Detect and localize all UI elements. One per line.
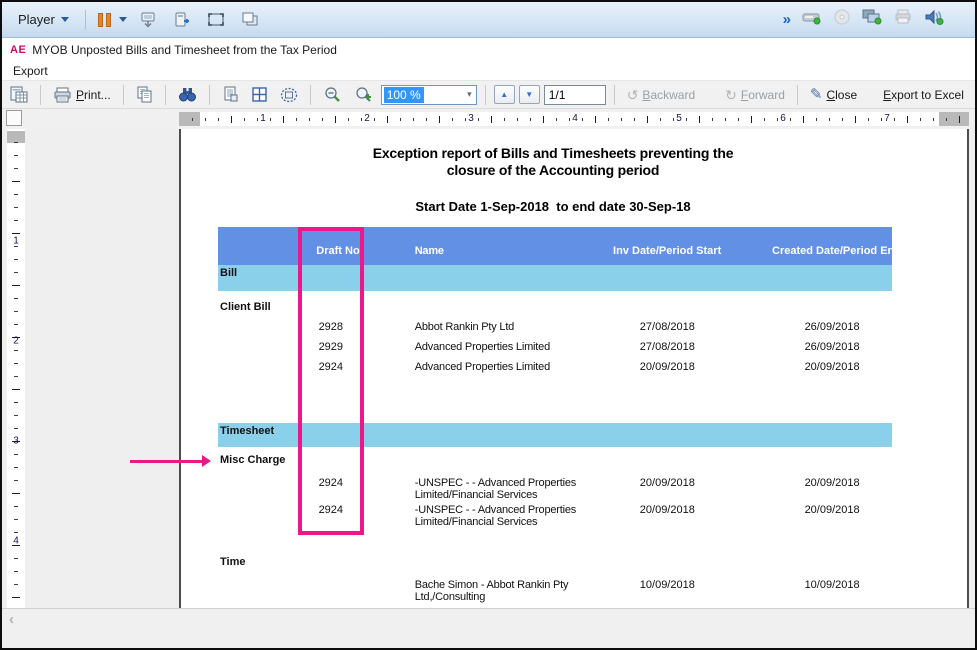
export-to-excel-button[interactable]: Export to Excel bbox=[879, 85, 968, 105]
ruler-number: 7 bbox=[884, 112, 890, 126]
group-row-time: Time bbox=[218, 554, 892, 572]
copy-icon[interactable] bbox=[132, 83, 157, 106]
forward-label: Forward bbox=[741, 88, 785, 102]
horizontal-ruler-row: 1 2 3 4 5 6 7 bbox=[2, 109, 975, 129]
bottom-bar: ‹ bbox=[2, 608, 975, 648]
column-header-name: Name bbox=[415, 243, 590, 265]
pause-options-chevron-icon[interactable] bbox=[119, 17, 127, 22]
player-menu-label: Player bbox=[18, 12, 55, 27]
audio-status-icon[interactable] bbox=[923, 8, 945, 31]
ruler-number: 3 bbox=[468, 112, 474, 126]
cascade-windows-icon[interactable] bbox=[240, 11, 260, 29]
overflow-chevron-icon[interactable]: » bbox=[783, 11, 791, 28]
report-canvas: 1 2 3 4 Exception report of Bills and Times… bbox=[2, 129, 975, 608]
print-button[interactable]: Print... bbox=[49, 84, 115, 106]
column-header-created-date: Created Date/Period End bbox=[772, 243, 892, 265]
monitors-status-icon[interactable] bbox=[861, 8, 883, 31]
ruler-number: 1 bbox=[260, 112, 266, 126]
drive-status-icon[interactable] bbox=[801, 8, 823, 31]
printer-status-icon[interactable] bbox=[893, 8, 913, 31]
toolbar-separator bbox=[85, 10, 86, 30]
table-row: Bache Simon - Abbot Rankin Pty Ltd,/Cons… bbox=[218, 577, 892, 604]
single-page-view-icon[interactable] bbox=[218, 83, 243, 106]
ruler-number: 6 bbox=[780, 112, 786, 126]
status-icons: » bbox=[783, 8, 967, 31]
collapse-chevron-icon[interactable]: ‹ bbox=[9, 611, 14, 628]
window-title-bar: AE MYOB Unposted Bills and Timesheet fro… bbox=[2, 38, 975, 61]
zoom-combobox[interactable]: 100 % ▾ bbox=[381, 85, 477, 105]
vertical-ruler: 1 2 3 4 bbox=[7, 129, 25, 608]
cd-status-icon[interactable] bbox=[833, 8, 851, 31]
backward-label: Backward bbox=[642, 88, 695, 102]
application-window: Player » bbox=[0, 0, 977, 650]
copy-report-icon[interactable] bbox=[6, 83, 32, 106]
arrow-down-icon: ▼ bbox=[525, 90, 533, 99]
page-number-field[interactable] bbox=[544, 85, 606, 105]
arrow-up-icon: ▲ bbox=[500, 90, 508, 99]
zoom-out-icon[interactable] bbox=[319, 83, 346, 106]
backward-button[interactable]: ↺ Backward bbox=[623, 85, 699, 105]
ruler-number: 2 bbox=[364, 112, 370, 126]
window-title: MYOB Unposted Bills and Timesheet from t… bbox=[32, 43, 337, 57]
report-page: Exception report of Bills and Timesheets… bbox=[179, 129, 969, 608]
player-menu-button[interactable]: Player bbox=[10, 9, 77, 30]
ruler-number: 4 bbox=[7, 536, 25, 547]
print-label: Print... bbox=[76, 88, 111, 102]
multi-page-view-icon[interactable] bbox=[247, 83, 272, 106]
zoom-value: 100 % bbox=[384, 87, 424, 103]
magenta-arrow bbox=[130, 455, 211, 467]
find-icon[interactable] bbox=[174, 84, 201, 105]
forward-icon: ↻ bbox=[725, 88, 737, 102]
horizontal-ruler: 1 2 3 4 5 6 7 bbox=[179, 112, 969, 126]
pause-icon[interactable] bbox=[98, 13, 111, 27]
ruler-number: 5 bbox=[676, 112, 682, 126]
ae-logo: AE bbox=[10, 44, 26, 56]
magenta-highlight-box bbox=[298, 227, 364, 535]
chevron-down-icon bbox=[61, 17, 69, 22]
ruler-corner-box bbox=[6, 110, 22, 126]
column-header-inv-date: Inv Date/Period Start bbox=[602, 243, 732, 265]
player-toolbar: Player » bbox=[2, 2, 975, 38]
export-to-excel-label: Export to Excel bbox=[883, 88, 964, 102]
previous-page-button[interactable]: ▲ bbox=[494, 85, 515, 104]
connect-device-icon[interactable] bbox=[172, 11, 192, 29]
report-subtitle: Start Date 1-Sep-2018 to end date 30-Sep… bbox=[181, 199, 925, 214]
send-shortcut-icon[interactable] bbox=[138, 11, 158, 29]
close-button[interactable]: ✎ Close bbox=[806, 84, 861, 105]
next-page-button[interactable]: ▼ bbox=[519, 85, 540, 104]
fit-to-screen-icon[interactable] bbox=[206, 11, 226, 29]
forward-button[interactable]: ↻ Forward bbox=[721, 85, 789, 105]
report-title: Exception report of Bills and Timesheets… bbox=[181, 145, 925, 179]
menu-item-export[interactable]: Export bbox=[8, 63, 53, 79]
backward-icon: ↺ bbox=[627, 88, 639, 102]
ruler-number: 1 bbox=[7, 236, 25, 247]
close-label: Close bbox=[826, 88, 857, 102]
ruler-number: 3 bbox=[7, 436, 25, 447]
page-setup-icon[interactable] bbox=[276, 84, 302, 106]
zoom-in-icon[interactable] bbox=[350, 83, 377, 106]
pen-icon: ✎ bbox=[810, 87, 823, 102]
ruler-number: 4 bbox=[572, 112, 578, 126]
menu-bar: Export bbox=[2, 61, 975, 80]
report-toolbar: Print... 100 % ▾ ▲ ▼ bbox=[2, 80, 975, 109]
printer-icon bbox=[53, 87, 72, 103]
combo-dropdown-icon[interactable]: ▾ bbox=[467, 89, 474, 100]
ruler-number: 2 bbox=[7, 336, 25, 347]
